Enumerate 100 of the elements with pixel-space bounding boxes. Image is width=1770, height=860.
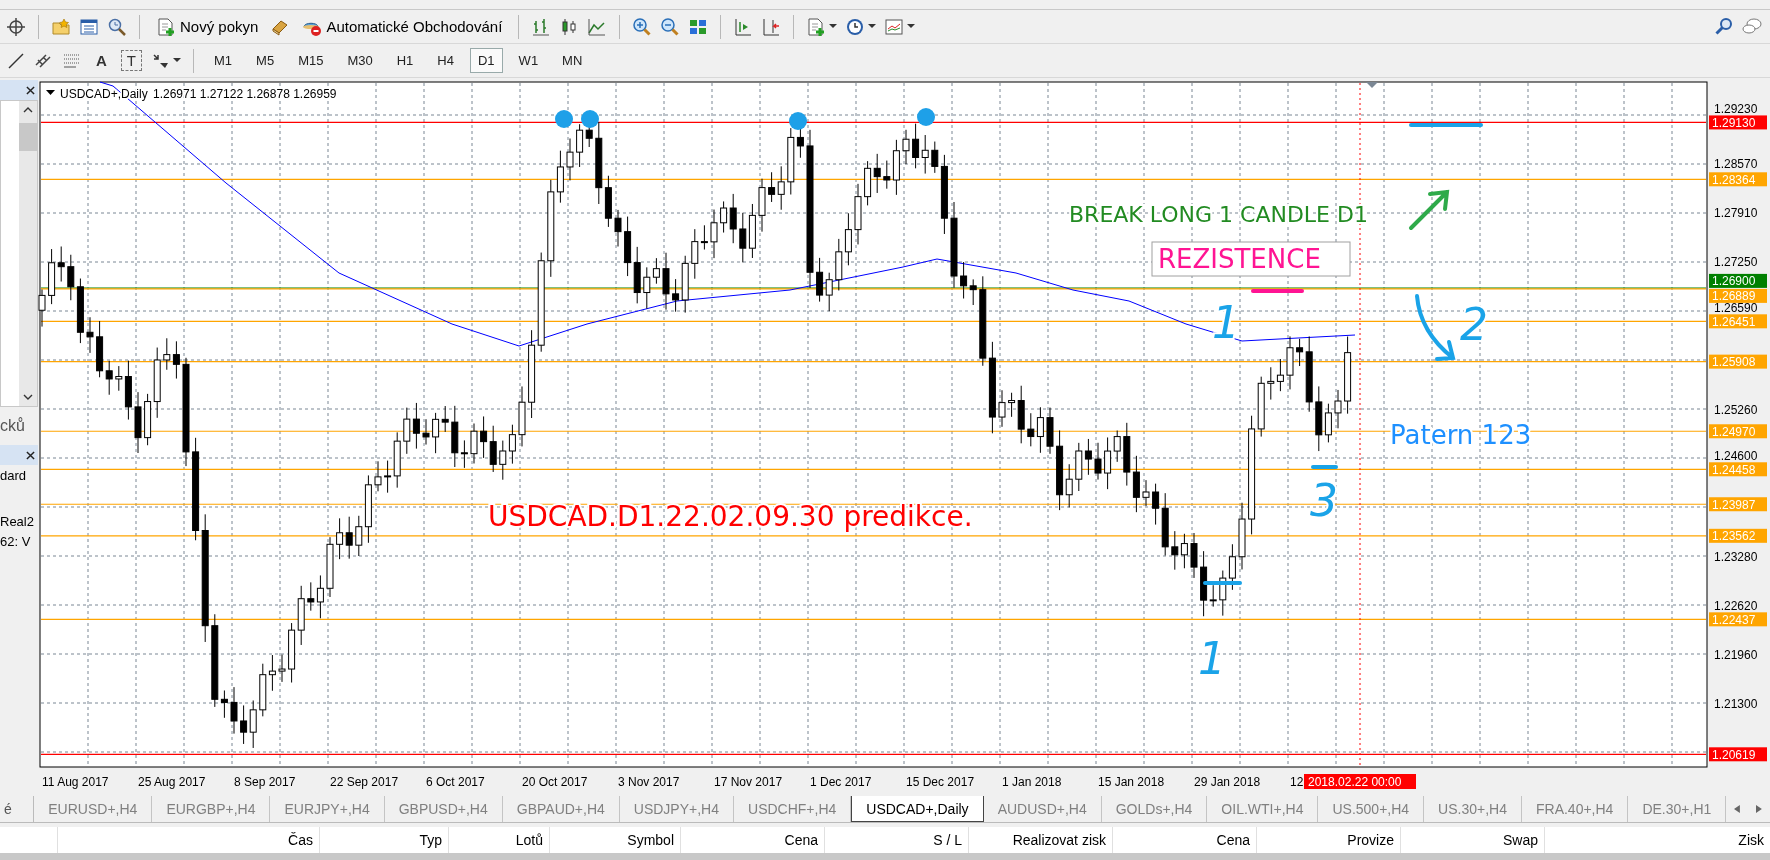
price-tag: 1.22437 (1709, 612, 1767, 627)
chart-annotation: BREAK LONG 1 CANDLE D1 (1069, 202, 1368, 227)
caret-icon[interactable] (173, 58, 181, 63)
panel-text: Real2 (0, 513, 35, 531)
price-tick-label: 1.22620 (1714, 598, 1758, 613)
timeframe-button[interactable]: M1 (206, 48, 241, 73)
clock-magnifier-icon[interactable] (107, 16, 127, 37)
chart-annotation: USDCAD.D1.22.02.09.30 predikce. (488, 500, 973, 533)
text-label-tool-button[interactable]: T (120, 50, 142, 71)
panel-tab-label[interactable]: cků (0, 407, 38, 443)
chart-arrow-icon[interactable] (733, 16, 754, 37)
timeframe-button[interactable]: MN (554, 48, 591, 73)
date-label: 15 Dec 2017 (906, 775, 975, 789)
date-label: 17 Nov 2017 (714, 775, 783, 789)
new-order-button[interactable]: Nový pokyn (152, 14, 263, 39)
date-label: 1 Dec 2017 (810, 775, 872, 789)
price-tag: 1.24458 (1709, 462, 1767, 477)
caret-icon[interactable] (868, 24, 877, 29)
panel-text: 62: V (0, 533, 32, 551)
scroll-up-icon[interactable] (23, 107, 33, 113)
peak-marker (917, 108, 935, 126)
price-tag: 1.26451 (1709, 314, 1767, 329)
price-tick-label: 1.21960 (1714, 647, 1758, 662)
price-tag: 1.25908 (1709, 354, 1767, 370)
price-tick-label: 1.24600 (1714, 449, 1758, 464)
price-tick-label: 1.27250 (1714, 255, 1758, 269)
date-label: 11 Aug 2017 (42, 775, 109, 789)
peak-marker (555, 110, 573, 128)
timeframe-button[interactable]: D1 (470, 48, 503, 73)
price-tick-label: 1.25260 (1714, 402, 1758, 417)
date-label: 22 Sep 2017 (330, 775, 399, 789)
timeframe-button[interactable]: M30 (339, 48, 381, 73)
timeframe-button[interactable]: H4 (429, 48, 462, 73)
price-tag: 1.23562 (1709, 528, 1767, 544)
auto-trading-button[interactable]: Automatické Obchodování (298, 14, 507, 39)
document-plus-icon (156, 16, 176, 37)
peak-marker (789, 112, 807, 130)
chat-bubbles-icon[interactable] (1742, 16, 1762, 37)
boxed-annotation: REZISTENCE (1151, 241, 1351, 277)
hand-drawn-stroke (1203, 581, 1242, 585)
hand-drawn-number: 1 (1198, 633, 1226, 684)
price-tag: 1.26900 (1709, 273, 1767, 289)
line-tool-icon[interactable] (6, 50, 26, 71)
price-tick-label: 1.28570 (1714, 157, 1758, 171)
zoom-in-icon[interactable] (632, 16, 653, 37)
scroll-down-icon[interactable] (23, 394, 33, 400)
chart-tab[interactable]: USDCAD+,Daily (851, 796, 984, 822)
line-chart-icon[interactable] (587, 16, 608, 37)
price-tag: 1.28364 (1709, 172, 1767, 187)
date-label: 6 Oct 2017 (426, 775, 485, 789)
text-tool-button[interactable]: A (90, 50, 113, 71)
timeframe-button[interactable]: M5 (248, 48, 283, 73)
cursor-date-tag: 2018.02.22 00:00 (1304, 774, 1416, 789)
list-window-icon[interactable] (79, 16, 99, 37)
close-icon[interactable] (26, 85, 35, 95)
price-tick-label: 1.21300 (1714, 696, 1758, 711)
chart-window-icon[interactable] (884, 16, 905, 37)
folder-star-icon[interactable] (51, 16, 71, 37)
peak-marker (581, 110, 599, 128)
timeframe-button[interactable]: H1 (388, 48, 422, 73)
crosshair-icon[interactable] (6, 16, 26, 37)
bar-chart-icon[interactable] (531, 16, 552, 37)
price-tag: 1.29130 (1709, 115, 1767, 130)
price-tick-label: 1.26590 (1714, 301, 1758, 316)
hand-drawn-stroke (1251, 289, 1304, 293)
date-label: 15 Jan 2018 (1098, 775, 1165, 789)
scrollbar[interactable] (19, 101, 37, 406)
panel-text: dard (0, 467, 28, 485)
ohlc-values: 1.26971 1.27122 1.26878 1.26959 (153, 87, 337, 101)
date-label: 12 (1290, 775, 1304, 789)
chart-menu-icon[interactable] (46, 90, 55, 95)
price-tag: 1.26889 (1709, 288, 1767, 304)
date-label: 20 Oct 2017 (522, 775, 588, 789)
scroll-right-icon[interactable] (1756, 805, 1762, 813)
price-tick-label: 1.29230 (1714, 102, 1758, 117)
price-tag: 1.20619 (1709, 747, 1767, 762)
price-tag: 1.23987 (1709, 497, 1767, 512)
shift-marker-icon[interactable] (1366, 82, 1378, 88)
scroll-left-icon[interactable] (1734, 805, 1741, 813)
price-tag: 1.24970 (1709, 424, 1767, 439)
timeframe-button[interactable]: W1 (510, 48, 547, 73)
zoom-out-icon[interactable] (660, 16, 681, 37)
close-icon[interactable] (26, 450, 35, 460)
date-label: 1 Jan 2018 (1002, 775, 1062, 789)
hand-drawn-stroke (1311, 465, 1338, 469)
price-tick-label: 1.27910 (1714, 206, 1758, 220)
chart-shift-icon[interactable] (761, 16, 782, 37)
hand-drawn-arrow (1409, 189, 1450, 230)
clock-icon[interactable] (845, 16, 866, 37)
caret-icon[interactable] (907, 24, 916, 29)
timeframe-button[interactable]: M15 (290, 48, 332, 73)
date-label: 3 Nov 2017 (618, 775, 680, 789)
caret-icon[interactable] (829, 24, 838, 29)
date-label: 25 Aug 2017 (138, 775, 206, 789)
scroll-thumb[interactable] (19, 123, 37, 151)
search-icon[interactable] (1714, 16, 1734, 37)
hand-drawn-arrow (1415, 294, 1455, 361)
date-label: 8 Sep 2017 (234, 775, 296, 789)
price-tick-label: 1.23280 (1714, 549, 1758, 564)
date-label: 29 Jan 2018 (1194, 775, 1261, 789)
